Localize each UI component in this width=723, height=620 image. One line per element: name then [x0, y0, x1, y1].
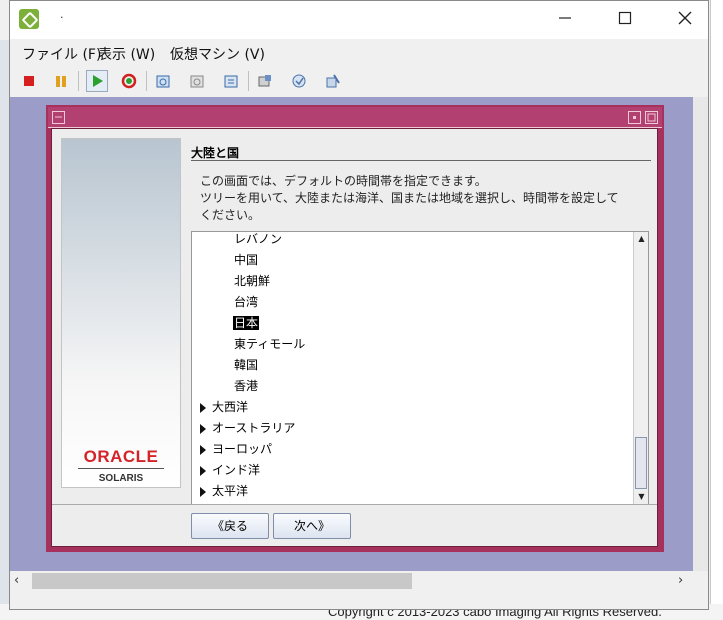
timezone-tree[interactable]: レバノン 中国 北朝鮮 台湾 日本 東ティモール 韓国 香港 大西洋 オーストラ…: [191, 231, 649, 505]
title-bar[interactable]: ·: [10, 1, 708, 39]
brand-panel: ORACLE SOLARIS: [61, 138, 181, 488]
window-title: ·: [60, 11, 64, 24]
background-app-edge-right: [710, 0, 723, 620]
scroll-right-icon[interactable]: ›: [678, 573, 683, 588]
back-button[interactable]: 《戻る: [191, 513, 269, 539]
next-button[interactable]: 次へ》: [273, 513, 351, 539]
revert-snapshot-button[interactable]: [186, 70, 208, 92]
dialog-body: ORACLE SOLARIS 大陸と国 この画面では、デフォルトの時間帯を指定で…: [51, 128, 658, 547]
dialog-minimize-icon: [633, 116, 636, 119]
menu-vm[interactable]: 仮想マシン (V): [170, 44, 265, 64]
stop-icon: [24, 76, 34, 86]
snapshot-icon: [156, 75, 170, 88]
description: この画面では、デフォルトの時間帯を指定できます。 ツリーを用いて、大陸または海洋…: [200, 173, 640, 224]
logo-divider: [78, 468, 164, 469]
settings-button[interactable]: [254, 70, 276, 92]
tree-group[interactable]: インド洋: [200, 460, 260, 481]
oracle-logo: ORACLE: [83, 447, 159, 466]
tree-group[interactable]: オーストラリア: [200, 418, 295, 439]
back-chevron-icon: 《: [211, 519, 224, 533]
revert-snapshot-icon: [190, 75, 204, 88]
customize-icon: [326, 74, 340, 88]
scrollbar-thumb[interactable]: [32, 573, 412, 589]
dialog-menu-icon: [55, 116, 62, 118]
scroll-left-icon[interactable]: ‹: [14, 573, 19, 588]
manage-snapshots-icon: [224, 75, 238, 88]
pause-button[interactable]: [50, 70, 72, 92]
tree-group[interactable]: ヨーロッパ: [200, 439, 272, 460]
toolbar-separator: [146, 71, 147, 91]
pause-icon: [56, 76, 66, 87]
toolbar-separator: [78, 71, 79, 91]
customize-button[interactable]: [322, 70, 344, 92]
tree-scrollbar-thumb[interactable]: [635, 437, 647, 489]
next-chevron-icon: 》: [318, 519, 331, 533]
solaris-label: SOLARIS: [98, 473, 144, 484]
snapshot-button[interactable]: [152, 70, 174, 92]
settings-icon: [258, 75, 271, 87]
next-label: 次へ: [293, 519, 318, 533]
tree-group-label: 太平洋: [212, 484, 249, 498]
tree-item-selected[interactable]: 日本: [233, 313, 260, 334]
menu-view[interactable]: 表示 (W): [98, 44, 155, 64]
menu-file[interactable]: ファイル (F): [22, 44, 101, 64]
dialog-title-bar[interactable]: [48, 107, 662, 128]
tree-group-label: ヨーロッパ: [212, 442, 273, 456]
button-divider: [52, 504, 657, 505]
toolbar-separator: [248, 71, 249, 91]
tree-item[interactable]: 台湾: [234, 292, 258, 313]
toolbar: [10, 65, 708, 98]
stop-button[interactable]: [18, 70, 40, 92]
back-label: 戻る: [224, 519, 249, 533]
tree-group[interactable]: 大西洋: [200, 397, 248, 418]
vm-vertical-scrollbar[interactable]: [693, 97, 708, 571]
tree-item[interactable]: 香港: [234, 376, 258, 397]
dialog-maximize-button[interactable]: [645, 111, 658, 124]
close-icon: [678, 11, 692, 25]
close-button[interactable]: [670, 7, 700, 33]
expand-arrow-icon[interactable]: [200, 486, 206, 497]
tree-group-label: インド洋: [212, 463, 261, 477]
play-button[interactable]: [86, 70, 108, 92]
description-line: この画面では、デフォルトの時間帯を指定できます。: [200, 174, 487, 188]
tools-button[interactable]: [288, 70, 310, 92]
tree-item[interactable]: 北朝鮮: [234, 271, 270, 292]
dialog-minimize-button[interactable]: [628, 111, 641, 124]
maximize-button[interactable]: [610, 7, 640, 33]
tree-item[interactable]: 韓国: [234, 355, 258, 376]
scroll-up-icon[interactable]: ▲: [634, 232, 648, 246]
expand-arrow-icon[interactable]: [200, 444, 206, 455]
expand-arrow-icon[interactable]: [200, 465, 206, 476]
tree-scrollbar[interactable]: ▲ ▼: [633, 232, 648, 504]
tree-group[interactable]: 太平洋: [200, 481, 248, 502]
tools-icon: [292, 74, 306, 88]
minimize-button[interactable]: [550, 7, 580, 33]
tree-item[interactable]: 中国: [234, 250, 258, 271]
tree-group-label: オーストラリア: [212, 421, 296, 435]
tree-group-label: 大西洋: [212, 400, 249, 414]
dialog-maximize-icon: [647, 113, 656, 122]
description-line: ツリーを用いて、大陸または海洋、国または地域を選択し、時間帯を設定して: [200, 191, 619, 205]
minimize-icon: [559, 17, 571, 19]
maximize-icon: [618, 11, 632, 25]
reset-icon: [121, 73, 137, 89]
selected-item-label: 日本: [233, 316, 260, 330]
manage-snapshots-button[interactable]: [220, 70, 242, 92]
app-icon: [19, 9, 39, 29]
tree-item[interactable]: レバノン: [234, 232, 282, 250]
title-divider: [191, 160, 651, 161]
dialog-menu-button[interactable]: [52, 111, 65, 124]
reset-button[interactable]: [118, 70, 140, 92]
expand-arrow-icon[interactable]: [200, 402, 206, 413]
vm-window: · ファイル (F) 表示 (W) 仮想マシン (V) ‹ › ORACLE S…: [9, 0, 709, 610]
scroll-down-icon[interactable]: ▼: [634, 490, 648, 504]
tree-item[interactable]: 東ティモール: [234, 334, 305, 355]
play-icon: [93, 75, 103, 87]
description-line: ください。: [200, 208, 261, 222]
expand-arrow-icon[interactable]: [200, 423, 206, 434]
page-title: 大陸と国: [191, 146, 240, 160]
installer-dialog: ORACLE SOLARIS 大陸と国 この画面では、デフォルトの時間帯を指定で…: [46, 105, 664, 552]
menu-bar: ファイル (F) 表示 (W) 仮想マシン (V): [10, 39, 708, 65]
